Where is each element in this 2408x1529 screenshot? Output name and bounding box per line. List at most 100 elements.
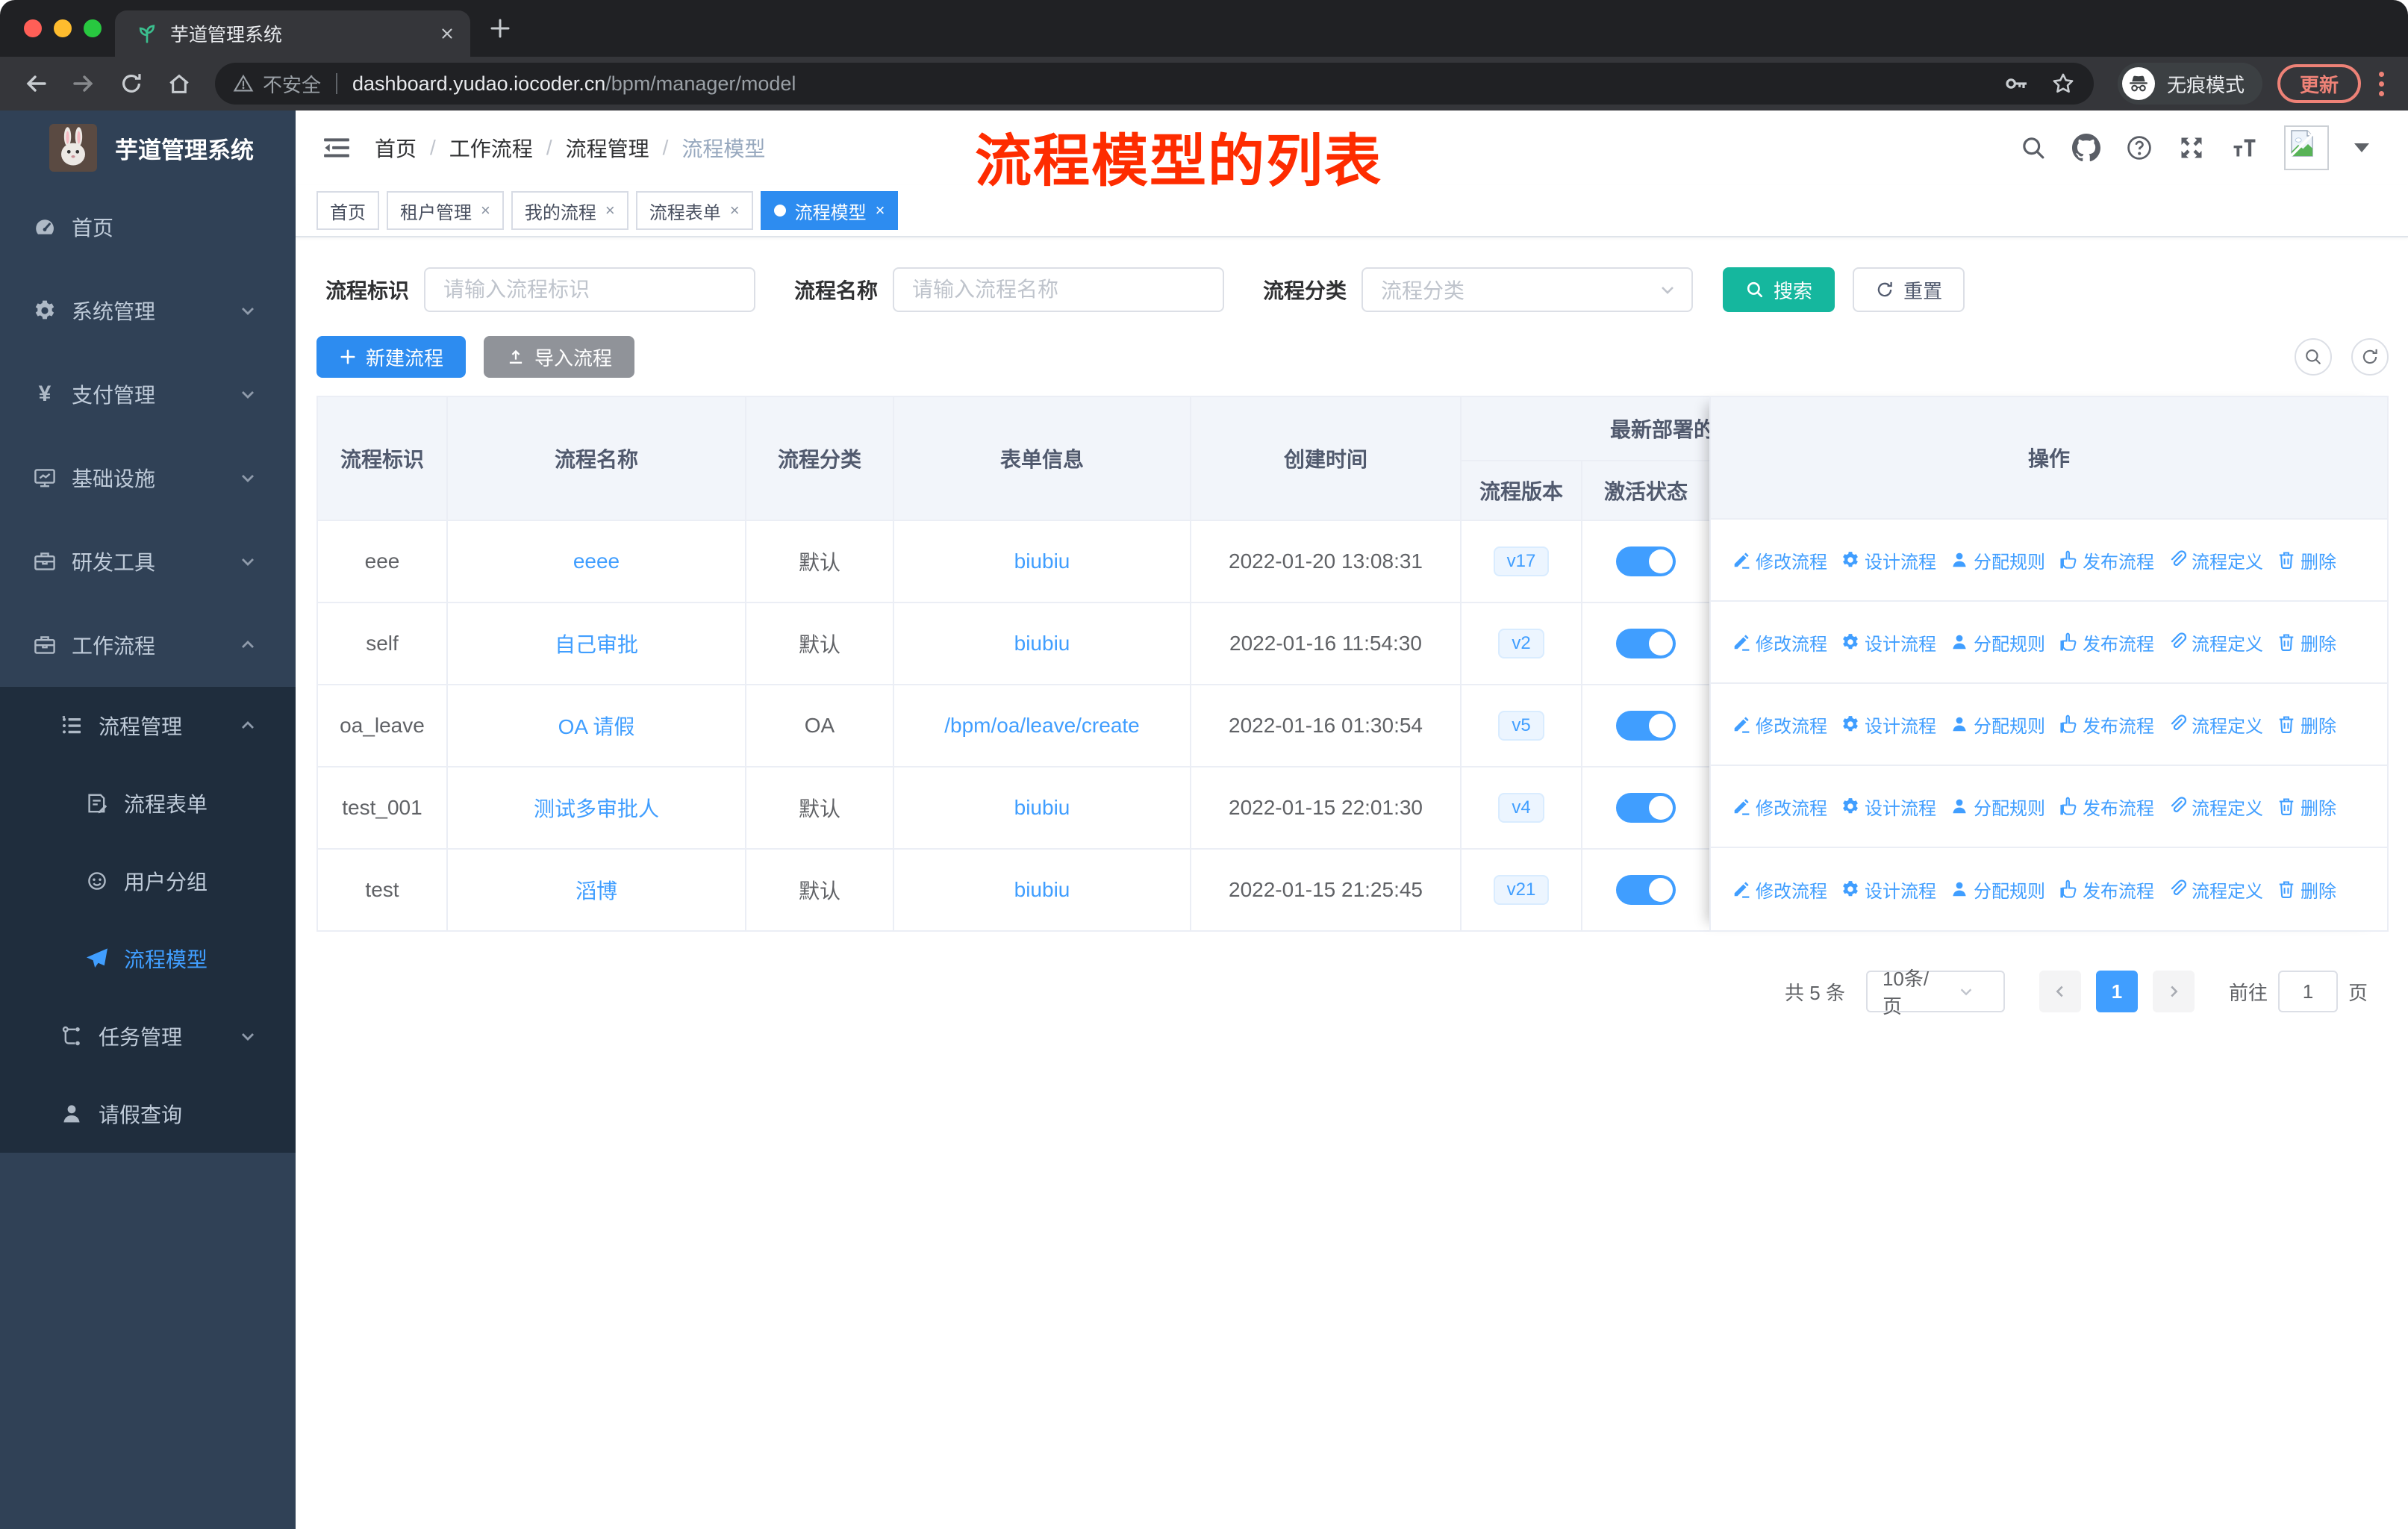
update-button[interactable]: 更新 bbox=[2277, 64, 2361, 103]
action-流程定义[interactable]: 流程定义 bbox=[2168, 547, 2263, 573]
page-number-button[interactable]: 1 bbox=[2095, 971, 2138, 1012]
sidebar-item-用户分组[interactable]: 用户分组 bbox=[0, 842, 296, 920]
action-修改流程[interactable]: 修改流程 bbox=[1732, 876, 1827, 903]
action-发布流程[interactable]: 发布流程 bbox=[2059, 876, 2154, 903]
tag-流程模型[interactable]: 流程模型 × bbox=[760, 191, 899, 230]
action-分配规则[interactable]: 分配规则 bbox=[1950, 547, 2045, 573]
breadcrumb-process-mgmt[interactable]: 流程管理 bbox=[566, 133, 649, 163]
active-toggle[interactable] bbox=[1616, 546, 1676, 576]
action-修改流程[interactable]: 修改流程 bbox=[1732, 711, 1827, 738]
action-发布流程[interactable]: 发布流程 bbox=[2059, 547, 2154, 573]
tab-close-icon[interactable] bbox=[439, 25, 455, 42]
action-删除[interactable]: 删除 bbox=[2277, 711, 2336, 738]
form-info-link[interactable]: /bpm/oa/leave/create bbox=[944, 714, 1140, 737]
close-icon[interactable]: × bbox=[730, 201, 740, 220]
create-process-button[interactable]: 新建流程 bbox=[316, 336, 467, 378]
close-icon[interactable]: × bbox=[605, 201, 615, 220]
close-icon[interactable]: × bbox=[876, 201, 885, 220]
action-设计流程[interactable]: 设计流程 bbox=[1841, 876, 1936, 903]
tag-流程表单[interactable]: 流程表单 × bbox=[635, 191, 753, 230]
action-设计流程[interactable]: 设计流程 bbox=[1841, 629, 1936, 655]
back-icon[interactable] bbox=[15, 63, 57, 105]
sidebar-item-系统管理[interactable]: 系统管理 bbox=[0, 269, 296, 352]
action-流程定义[interactable]: 流程定义 bbox=[2168, 711, 2263, 738]
action-流程定义[interactable]: 流程定义 bbox=[2168, 629, 2263, 655]
action-发布流程[interactable]: 发布流程 bbox=[2059, 711, 2154, 738]
collapse-sidebar-icon[interactable] bbox=[322, 135, 351, 161]
action-分配规则[interactable]: 分配规则 bbox=[1950, 794, 2045, 820]
next-page-button[interactable] bbox=[2152, 971, 2195, 1012]
sidebar-item-支付管理[interactable]: ¥ 支付管理 bbox=[0, 352, 296, 436]
form-info-link[interactable]: biubiu bbox=[1014, 878, 1070, 901]
user-avatar[interactable] bbox=[2284, 125, 2329, 170]
active-toggle[interactable] bbox=[1616, 711, 1676, 741]
process-name-link[interactable]: OA 请假 bbox=[558, 715, 635, 738]
forward-icon[interactable] bbox=[63, 63, 105, 105]
active-toggle[interactable] bbox=[1616, 793, 1676, 823]
search-icon[interactable] bbox=[2020, 134, 2047, 161]
address-bar[interactable]: 不安全 dashboard.yudao.iocoder.cn/bpm/manag… bbox=[215, 63, 2094, 105]
process-key-input[interactable] bbox=[424, 267, 756, 312]
font-size-icon[interactable] bbox=[2230, 135, 2259, 161]
sidebar-item-流程模型[interactable]: 流程模型 bbox=[0, 920, 296, 997]
process-name-input[interactable] bbox=[893, 267, 1225, 312]
browser-tab[interactable]: 芋道管理系统 bbox=[115, 10, 470, 57]
process-category-select[interactable]: 流程分类 bbox=[1361, 267, 1694, 312]
process-name-link[interactable]: 测试多审批人 bbox=[534, 797, 659, 820]
tag-我的流程[interactable]: 我的流程 × bbox=[511, 191, 628, 230]
home-icon[interactable] bbox=[158, 63, 200, 105]
github-icon[interactable] bbox=[2072, 134, 2100, 162]
action-修改流程[interactable]: 修改流程 bbox=[1732, 794, 1827, 820]
password-key-icon[interactable] bbox=[2003, 70, 2030, 97]
action-流程定义[interactable]: 流程定义 bbox=[2168, 876, 2263, 903]
help-icon[interactable] bbox=[2126, 134, 2153, 161]
close-window-button[interactable] bbox=[24, 19, 42, 37]
prev-page-button[interactable] bbox=[2039, 971, 2081, 1012]
process-name-link[interactable]: eeee bbox=[573, 549, 620, 573]
close-icon[interactable]: × bbox=[481, 201, 490, 220]
active-toggle[interactable] bbox=[1616, 629, 1676, 658]
action-删除[interactable]: 删除 bbox=[2277, 876, 2336, 903]
page-size-select[interactable]: 10条/页 bbox=[1865, 968, 2005, 1018]
active-toggle[interactable] bbox=[1616, 875, 1676, 905]
form-info-link[interactable]: biubiu bbox=[1014, 632, 1070, 655]
search-button[interactable]: 搜索 bbox=[1723, 267, 1835, 312]
action-分配规则[interactable]: 分配规则 bbox=[1950, 711, 2045, 738]
action-删除[interactable]: 删除 bbox=[2277, 547, 2336, 573]
action-删除[interactable]: 删除 bbox=[2277, 629, 2336, 655]
app-logo[interactable]: 芋道管理系统 bbox=[0, 110, 296, 185]
action-修改流程[interactable]: 修改流程 bbox=[1732, 629, 1827, 655]
browser-menu-icon[interactable] bbox=[2379, 71, 2384, 96]
zoom-window-button[interactable] bbox=[84, 19, 102, 37]
action-修改流程[interactable]: 修改流程 bbox=[1732, 547, 1827, 573]
sidebar-item-首页[interactable]: 首页 bbox=[0, 185, 296, 269]
action-设计流程[interactable]: 设计流程 bbox=[1841, 794, 1936, 820]
action-删除[interactable]: 删除 bbox=[2277, 794, 2336, 820]
action-分配规则[interactable]: 分配规则 bbox=[1950, 629, 2045, 655]
breadcrumb-workflow[interactable]: 工作流程 bbox=[449, 133, 533, 163]
action-发布流程[interactable]: 发布流程 bbox=[2059, 629, 2154, 655]
sidebar-item-任务管理[interactable]: 任务管理 bbox=[0, 997, 296, 1075]
new-tab-button[interactable] bbox=[488, 16, 512, 40]
show-search-button[interactable] bbox=[2295, 338, 2332, 376]
sidebar-item-流程管理[interactable]: 流程管理 bbox=[0, 687, 296, 764]
action-设计流程[interactable]: 设计流程 bbox=[1841, 547, 1936, 573]
sidebar-item-基础设施[interactable]: 基础设施 bbox=[0, 436, 296, 520]
tag-首页[interactable]: 首页 bbox=[316, 191, 379, 230]
sidebar-item-请假查询[interactable]: 请假查询 bbox=[0, 1075, 296, 1153]
action-流程定义[interactable]: 流程定义 bbox=[2168, 794, 2263, 820]
traffic-lights[interactable] bbox=[24, 19, 102, 37]
breadcrumb-home[interactable]: 首页 bbox=[375, 133, 417, 163]
form-info-link[interactable]: biubiu bbox=[1014, 549, 1070, 573]
action-设计流程[interactable]: 设计流程 bbox=[1841, 711, 1936, 738]
process-name-link[interactable]: 自己审批 bbox=[555, 633, 638, 656]
sidebar-item-流程表单[interactable]: 流程表单 bbox=[0, 764, 296, 842]
bookmark-star-icon[interactable] bbox=[2050, 71, 2076, 96]
refresh-table-button[interactable] bbox=[2351, 338, 2389, 376]
action-发布流程[interactable]: 发布流程 bbox=[2059, 794, 2154, 820]
process-name-link[interactable]: 滔博 bbox=[576, 879, 617, 903]
action-分配规则[interactable]: 分配规则 bbox=[1950, 876, 2045, 903]
sidebar-item-工作流程[interactable]: 工作流程 bbox=[0, 603, 296, 687]
form-info-link[interactable]: biubiu bbox=[1014, 796, 1070, 819]
minimize-window-button[interactable] bbox=[54, 19, 72, 37]
